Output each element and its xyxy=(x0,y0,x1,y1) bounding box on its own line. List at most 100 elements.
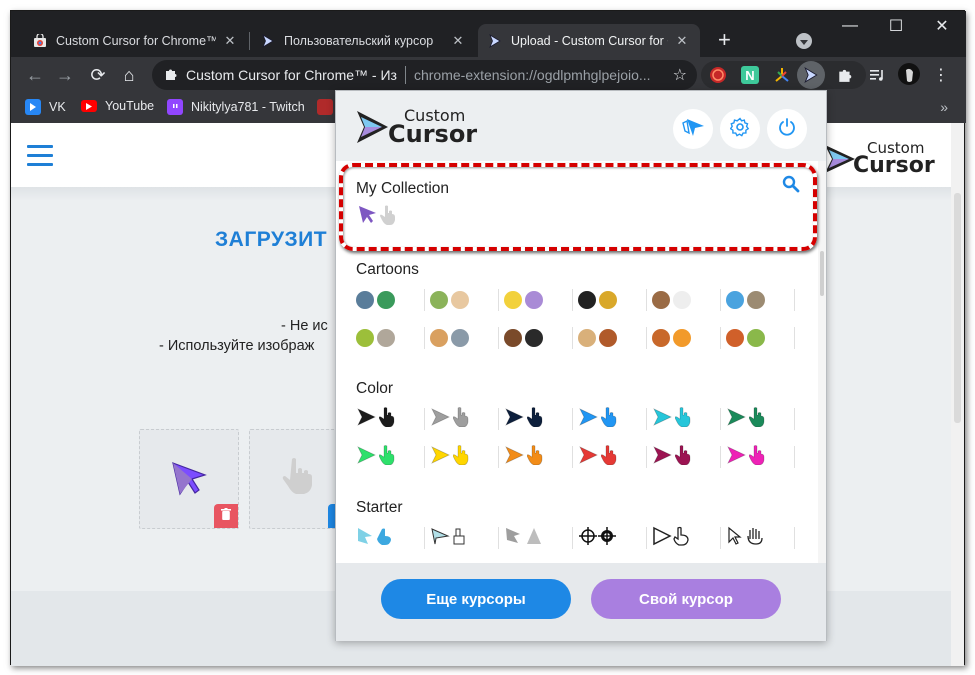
bookmarks-overflow-button[interactable]: » xyxy=(940,99,948,115)
omnibox-divider xyxy=(404,66,406,84)
cell-divider xyxy=(646,289,647,311)
my-collection-highlight xyxy=(339,163,817,251)
back-button[interactable]: ← xyxy=(23,63,47,87)
starter-cursor-pack[interactable] xyxy=(726,523,826,553)
cell-divider xyxy=(498,446,499,468)
url-text: chrome-extension://ogdlpmhglpejoio... xyxy=(413,67,651,83)
extension-puzzle-icon xyxy=(164,67,178,84)
bookmark-label: VK xyxy=(49,100,66,114)
n-extension-icon[interactable]: N xyxy=(741,66,759,84)
cartoon-character-icon xyxy=(673,291,691,309)
cell-divider xyxy=(424,446,425,468)
hand-icon xyxy=(674,406,691,432)
bookmark-star-icon[interactable]: ☆ xyxy=(673,65,687,85)
cell-divider xyxy=(794,289,795,311)
cell-divider xyxy=(424,408,425,430)
starter-cursor-icon xyxy=(652,526,692,551)
cell-divider xyxy=(572,327,573,349)
section-title-color: Color xyxy=(356,380,394,397)
address-bar[interactable]: Custom Cursor for Chrome™ - Из chrome-ex… xyxy=(152,60,697,90)
pointer-upload-slot[interactable] xyxy=(139,429,239,529)
color-cursor-pack[interactable] xyxy=(726,442,826,472)
cartoon-character-icon xyxy=(525,329,543,347)
close-tab-icon[interactable]: ✕ xyxy=(222,33,238,49)
cartoon-character-icon xyxy=(726,329,744,347)
cell-divider xyxy=(498,289,499,311)
hand-icon xyxy=(452,406,469,432)
menu-icon[interactable]: ⋮ xyxy=(932,66,950,84)
red-circle-extension-icon[interactable] xyxy=(709,66,727,84)
tab-strip: Custom Cursor for Chrome™ - ✕ Пользовате… xyxy=(11,11,966,57)
power-button[interactable] xyxy=(767,109,807,149)
new-tab-button[interactable]: + xyxy=(718,29,731,51)
page-title: ЗАГРУЗИТ xyxy=(215,228,328,251)
pointer-icon xyxy=(356,407,376,432)
hand-icon xyxy=(526,444,543,470)
media-queue-icon[interactable] xyxy=(869,66,887,84)
home-button[interactable]: ⌂ xyxy=(117,63,141,87)
webstore-icon xyxy=(33,33,47,48)
extension-popup: Custom Cursor My Collection Cartoons Col… xyxy=(335,90,827,641)
bookmark-youtube[interactable]: YouTube xyxy=(81,99,154,113)
cell-divider xyxy=(498,408,499,430)
cartoon-character-icon xyxy=(504,291,522,309)
cell-divider xyxy=(424,327,425,349)
tab-title: Upload - Custom Cursor for Ch xyxy=(511,33,668,48)
delete-button[interactable] xyxy=(214,504,238,528)
colorful-extension-icon[interactable] xyxy=(773,66,791,84)
page-scrollbar[interactable] xyxy=(951,123,964,666)
close-tab-icon[interactable]: ✕ xyxy=(450,33,466,49)
cartoon-character-icon xyxy=(451,329,469,347)
cartoon-cursor-pack[interactable] xyxy=(726,323,826,353)
popup-scrollbar-thumb[interactable] xyxy=(820,251,824,296)
hamburger-menu-icon[interactable] xyxy=(27,145,53,167)
hand-icon xyxy=(600,444,617,470)
starter-row xyxy=(356,523,806,553)
reload-button[interactable]: ⟳ xyxy=(86,63,110,87)
hand-upload-slot[interactable] xyxy=(249,429,352,529)
bookmark-vk[interactable]: VK xyxy=(25,99,66,115)
bookmark-label: Nikitylya781 - Twitch xyxy=(191,100,305,114)
pointer-icon xyxy=(726,407,746,432)
cell-divider xyxy=(646,408,647,430)
svg-text:Cursor: Cursor xyxy=(853,153,935,177)
tab-search-icon[interactable] xyxy=(796,33,812,49)
hand-icon xyxy=(378,406,395,432)
cell-divider xyxy=(572,446,573,468)
custom-cursor-extension-icon[interactable] xyxy=(797,61,825,89)
pointer-icon xyxy=(504,407,524,432)
close-tab-icon[interactable]: ✕ xyxy=(674,33,690,49)
cursor-mode-button[interactable] xyxy=(673,109,713,149)
page-logo[interactable]: Custom Cursor xyxy=(823,137,943,182)
section-title-cartoons: Cartoons xyxy=(356,261,419,278)
forward-button[interactable]: → xyxy=(53,63,77,87)
settings-button[interactable] xyxy=(720,109,760,149)
minimize-button[interactable]: — xyxy=(827,11,873,41)
cell-divider xyxy=(720,408,721,430)
cartoon-cursor-pack[interactable] xyxy=(726,285,826,315)
cartoon-row xyxy=(356,285,806,315)
close-window-button[interactable]: ✕ xyxy=(919,11,965,41)
bookmark-twitch[interactable]: Nikitylya781 - Twitch xyxy=(167,99,305,115)
hand-icon xyxy=(452,444,469,470)
cartoon-row xyxy=(356,323,806,353)
twitch-icon xyxy=(167,99,183,115)
tab-upload-active[interactable]: Upload - Custom Cursor for Ch ✕ xyxy=(478,24,700,57)
color-cursor-pack[interactable] xyxy=(726,404,826,434)
cartoon-character-icon xyxy=(673,329,691,347)
scrollbar-thumb[interactable] xyxy=(954,193,961,423)
puzzle-extensions-icon[interactable] xyxy=(836,66,854,84)
own-cursor-button[interactable]: Свой курсор xyxy=(591,579,781,619)
cartoon-character-icon xyxy=(430,291,448,309)
starter-cursor-icon xyxy=(356,526,396,551)
maximize-button[interactable]: ☐ xyxy=(873,11,919,41)
popup-scrollbar[interactable] xyxy=(818,161,826,563)
tab-custom-cursor-ru[interactable]: Пользовательский курсор ✕ xyxy=(251,24,476,57)
tab-webstore[interactable]: Custom Cursor for Chrome™ - ✕ xyxy=(23,24,248,57)
cartoon-character-icon xyxy=(451,291,469,309)
more-cursors-button[interactable]: Еще курсоры xyxy=(381,579,571,619)
profile-avatar[interactable] xyxy=(898,63,920,85)
cartoon-character-icon xyxy=(599,329,617,347)
cell-divider xyxy=(646,446,647,468)
color-row xyxy=(356,442,806,472)
